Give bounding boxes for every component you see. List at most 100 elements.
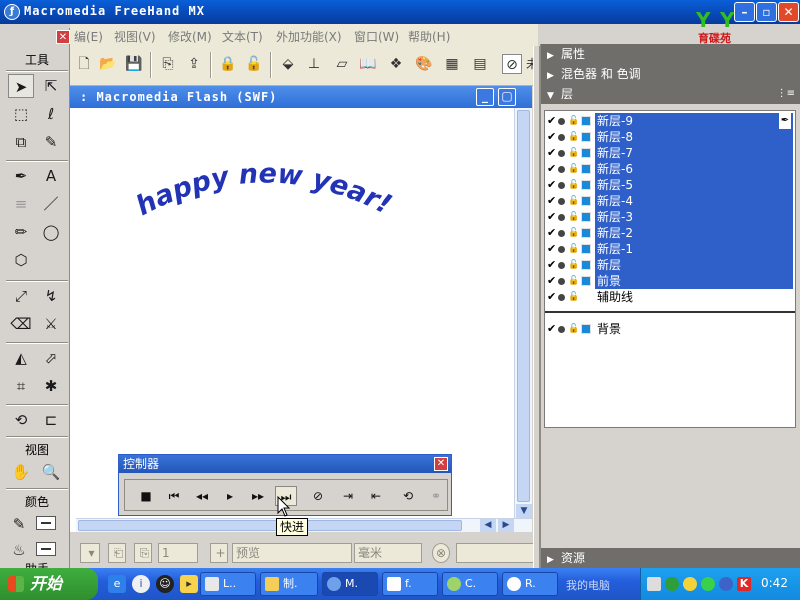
doc-minimize-button[interactable]: _	[476, 88, 494, 106]
mixer-panel-header[interactable]: ▶ 混色器 和 色调	[541, 64, 800, 84]
crop-tool-icon[interactable]: ⌗	[8, 374, 34, 398]
lock-toggle-icon[interactable]: 🔓	[568, 225, 579, 241]
layer-row[interactable]: ✔ 🔓 新层	[547, 257, 793, 273]
lock-toggle-icon[interactable]: 🔓	[568, 257, 579, 273]
graphic-hose-icon[interactable]: ✱	[38, 374, 64, 398]
layer-color-swatch[interactable]	[581, 196, 591, 206]
layer-name[interactable]: 新层-1	[595, 241, 793, 257]
background-layer-name[interactable]: 背景	[595, 321, 793, 337]
layer-name[interactable]: 新层-2	[595, 225, 793, 241]
guides-layer-name[interactable]: 辅助线	[595, 289, 793, 305]
eyedropper-tool-icon[interactable]: ✎	[38, 130, 64, 154]
add-page-icon[interactable]: +	[210, 543, 228, 563]
layer-color-swatch[interactable]	[581, 244, 591, 254]
layer-color-swatch[interactable]	[581, 276, 591, 286]
step-forward-icon[interactable]: ▸▸	[247, 486, 269, 506]
transform-icon[interactable]: ▱	[332, 54, 352, 74]
page-nav-dropdown[interactable]: ▾	[80, 543, 100, 563]
menu-view[interactable]: 视图(V)	[114, 28, 156, 45]
visible-check-icon[interactable]: ✔	[547, 241, 557, 257]
horizontal-scroll-thumb[interactable]	[78, 520, 462, 531]
layer-name[interactable]: 新层	[595, 257, 793, 273]
eraser-tool-icon[interactable]: ⌫	[8, 312, 34, 336]
layer-row[interactable]: ✔ 🔓 新层-9 ✒	[547, 113, 793, 129]
lock-toggle-icon[interactable]: 🔓	[568, 161, 579, 177]
scroll-right-arrow[interactable]: ▶	[498, 519, 514, 532]
lock-icon[interactable]: 🔒	[218, 54, 238, 74]
preview-dot-icon[interactable]	[558, 214, 565, 221]
preview-dot-icon[interactable]	[558, 166, 565, 173]
layer-row[interactable]: ✔ 🔓 新层-1	[547, 241, 793, 257]
layer-name[interactable]: 新层-4	[595, 193, 793, 209]
disabled-link-icon[interactable]: ⚭	[425, 486, 447, 506]
next-page-icon[interactable]: ⎘	[134, 543, 152, 563]
network-icon[interactable]	[665, 577, 679, 591]
artwork-text[interactable]: happy new year!	[131, 158, 396, 222]
start-button[interactable]: 开始	[0, 568, 98, 600]
layer-color-swatch[interactable]	[581, 260, 591, 270]
view-mode-select[interactable]: 预览	[232, 543, 352, 563]
menu-text[interactable]: 文本(T)	[222, 28, 263, 45]
ellipse-tool-icon[interactable]: ◯	[38, 220, 64, 244]
fill-color-swatch[interactable]	[36, 542, 56, 556]
menu-help[interactable]: 帮助(H)	[408, 28, 450, 45]
vertical-scrollbar[interactable]: ▼	[514, 108, 532, 518]
group-icon[interactable]: ⬙	[278, 54, 298, 74]
trace-tool-icon[interactable]: ⧉	[8, 130, 34, 154]
layer-color-swatch[interactable]	[581, 148, 591, 158]
folder-quicklaunch-icon[interactable]: ▸	[180, 575, 198, 593]
layer-row[interactable]: ✔ 🔓 新层-6	[547, 161, 793, 177]
layer-color-swatch[interactable]	[581, 132, 591, 142]
connector-tool-icon[interactable]: ⊏	[38, 408, 64, 432]
info-quicklaunch-icon[interactable]: i	[132, 575, 150, 593]
prev-page-icon[interactable]: ⎗	[108, 543, 126, 563]
panel-splitter[interactable]	[533, 46, 540, 568]
step-back-icon[interactable]: ◂◂	[191, 486, 213, 506]
lock-toggle-icon[interactable]: 🔓	[568, 193, 579, 209]
controller-close-icon[interactable]: ✕	[434, 457, 448, 471]
visible-check-icon[interactable]: ✔	[547, 193, 557, 209]
layer-color-swatch[interactable]	[581, 116, 591, 126]
my-computer-label[interactable]: 我的电脑	[566, 577, 610, 593]
visible-check-icon[interactable]: ✔	[547, 161, 557, 177]
visible-check-icon[interactable]: ✔	[547, 289, 557, 305]
taskbar-item-r[interactable]: R.	[502, 572, 558, 596]
export-movie-icon[interactable]: ⇤	[365, 486, 387, 506]
fill-color-icon[interactable]: ♨	[6, 538, 32, 562]
release-anim-icon[interactable]: ⟲	[397, 486, 419, 506]
line-tool-icon[interactable]: ／	[38, 192, 64, 216]
freeform-tool-icon[interactable]: ↯	[38, 284, 64, 308]
guides-layer-row[interactable]: ✔ 🔓 辅助线	[547, 289, 793, 305]
align-icon[interactable]: ⊥	[304, 54, 324, 74]
ie-quicklaunch-icon[interactable]: e	[108, 575, 126, 593]
menu-window[interactable]: 窗口(W)	[354, 28, 399, 45]
background-layer-row[interactable]: ✔ 🔓 背景	[547, 321, 793, 337]
layer-name[interactable]: 新层-5	[595, 177, 793, 193]
visible-check-icon[interactable]: ✔	[547, 145, 557, 161]
scale-tool-icon[interactable]: ⤢	[8, 284, 34, 308]
perspective-tool-icon[interactable]: ◭	[8, 346, 34, 370]
lock-toggle-icon[interactable]: 🔓	[568, 145, 579, 161]
preview-dot-icon[interactable]	[558, 246, 565, 253]
preview-dot-icon[interactable]	[558, 230, 565, 237]
pointer-tool-icon[interactable]: ➤	[8, 74, 34, 98]
knife-tool-icon[interactable]: ⚔	[38, 312, 64, 336]
layer-name[interactable]: 新层-7	[595, 145, 793, 161]
volume-icon[interactable]	[719, 577, 733, 591]
assets-panel-header[interactable]: ▶ 资源	[541, 548, 800, 568]
lock-toggle-icon[interactable]: 🔓	[568, 241, 579, 257]
layers-panel-header[interactable]: ▼ 层 ⋮≡	[541, 84, 800, 104]
keyboard-icon[interactable]	[647, 577, 661, 591]
page-number-field[interactable]: 1	[158, 543, 198, 563]
link-tool-icon[interactable]: ⟲	[8, 408, 34, 432]
visible-check-icon[interactable]: ✔	[547, 225, 557, 241]
layer-color-swatch[interactable]	[581, 324, 591, 334]
lasso-tool-icon[interactable]: ℓ	[38, 102, 64, 126]
palette-icon[interactable]: 🎨	[414, 54, 434, 74]
properties-panel-header[interactable]: ▶ 属性	[541, 44, 800, 64]
lock-toggle-icon[interactable]: 🔓	[568, 321, 579, 337]
pen-tool-icon[interactable]: ✒	[8, 164, 34, 188]
symbols-icon[interactable]: ❖	[386, 54, 406, 74]
flash-anim-icon[interactable]: ⊘	[502, 54, 522, 74]
scroll-left-arrow[interactable]: ◀	[480, 519, 496, 532]
